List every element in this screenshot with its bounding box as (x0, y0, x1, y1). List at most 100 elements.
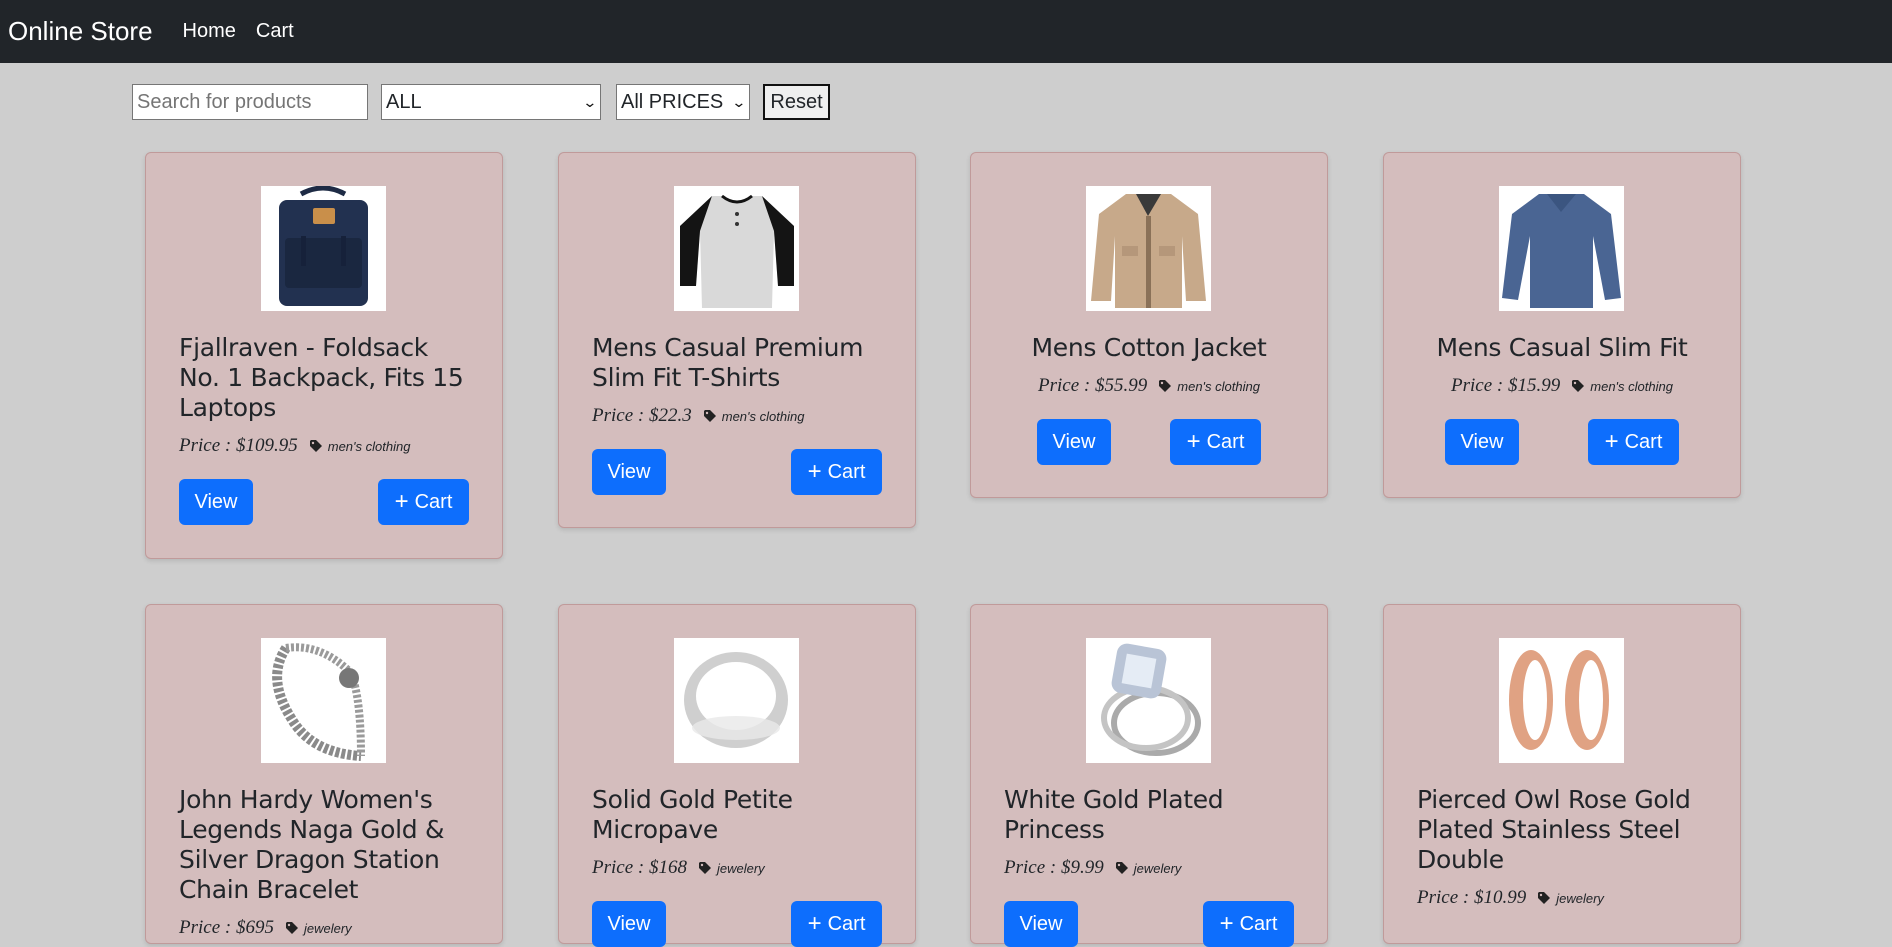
product-card: White Gold Plated Princess Price : $9.99… (970, 604, 1328, 947)
category-select-value: ALL (386, 90, 422, 113)
add-to-cart-label: Cart (1624, 430, 1663, 453)
product-meta: Price : $109.95 men's clothing (179, 435, 469, 457)
product-category: jewelery (1133, 860, 1182, 876)
tag-icon (698, 862, 711, 874)
chevron-down-icon: ⌄ (731, 93, 747, 110)
product-title: Fjallraven - Foldsack No. 1 Backpack, Fi… (179, 333, 464, 422)
product-image-jacket[interactable] (1086, 186, 1211, 311)
product-card: Mens Casual Premium Slim Fit T-Shirts Pr… (558, 152, 916, 528)
view-button[interactable]: View (1445, 419, 1519, 465)
product-price: Price : $22.3 (592, 405, 692, 426)
product-card-body: Fjallraven - Foldsack No. 1 Backpack, Fi… (179, 333, 469, 457)
product-meta: Price : $22.3 men's clothing (592, 405, 882, 427)
product-category: jewelery (716, 860, 765, 876)
plus-icon: + (807, 910, 822, 937)
product-meta: Price : $55.99 men's clothing (1004, 375, 1294, 397)
product-card: Mens Casual Slim Fit Price : $15.99 men'… (1383, 152, 1741, 498)
tag-icon (1538, 892, 1551, 904)
brand-logo[interactable]: Online Store (8, 16, 153, 47)
product-meta: Price : $15.99 men's clothing (1417, 375, 1707, 397)
view-button[interactable]: View (592, 449, 666, 495)
product-price: Price : $9.99 (1004, 857, 1104, 878)
add-to-cart-label: Cart (414, 490, 453, 513)
product-actions: View + Cart (1004, 901, 1294, 947)
product-price: Price : $109.95 (179, 435, 298, 456)
product-title: John Hardy Women's Legends Naga Gold & S… (179, 785, 445, 904)
view-button[interactable]: View (179, 479, 253, 525)
chevron-down-icon: ⌄ (582, 93, 598, 110)
tag-icon (1572, 380, 1585, 392)
product-price: Price : $55.99 (1038, 375, 1148, 396)
product-category: men's clothing (1177, 378, 1260, 394)
add-to-cart-button[interactable]: + Cart (791, 901, 882, 947)
add-to-cart-label: Cart (1206, 430, 1245, 453)
product-meta: Price : $9.99 jewelery (1004, 857, 1294, 879)
product-image-bracelet[interactable] (261, 638, 386, 763)
product-actions: View + Cart (179, 479, 469, 525)
product-category: men's clothing (327, 438, 411, 454)
filter-bar: ALL ⌄ All PRICES ⌄ Reset (132, 84, 830, 120)
product-price: Price : $168 (592, 857, 687, 878)
product-card-body: Mens Cotton Jacket Price : $55.99 men's … (1004, 333, 1294, 397)
view-button[interactable]: View (592, 901, 666, 947)
tag-icon (1115, 862, 1128, 874)
product-actions: View + Cart (592, 449, 882, 495)
product-meta: Price : $168 jewelery (592, 857, 882, 879)
view-button[interactable]: View (1037, 419, 1111, 465)
plus-icon: + (1219, 910, 1234, 937)
product-price: Price : $10.99 (1417, 887, 1527, 908)
product-category: jewelery (1556, 890, 1604, 906)
product-title: Solid Gold Petite Micropave (592, 785, 793, 844)
product-card-body: John Hardy Women's Legends Naga Gold & S… (179, 785, 469, 939)
nav-cart-link[interactable]: Cart (256, 20, 294, 43)
product-title: Mens Casual Premium Slim Fit T-Shirts (592, 333, 864, 392)
add-to-cart-button[interactable]: + Cart (378, 479, 469, 525)
product-card: Pierced Owl Rose Gold Plated Stainless S… (1383, 604, 1741, 944)
product-category: men's clothing (721, 408, 805, 424)
plus-icon: + (807, 458, 822, 485)
plus-icon: + (1186, 428, 1201, 455)
product-card: John Hardy Women's Legends Naga Gold & S… (145, 604, 503, 944)
product-actions: View + Cart (1037, 419, 1261, 465)
product-price: Price : $15.99 (1451, 375, 1561, 396)
product-card-body: White Gold Plated Princess Price : $9.99… (1004, 785, 1294, 879)
product-title: White Gold Plated Princess (1004, 785, 1224, 844)
product-meta: Price : $695 jewelery (179, 917, 469, 939)
product-image-ring[interactable] (674, 638, 799, 763)
product-category: men's clothing (1590, 378, 1673, 394)
product-image-backpack[interactable] (261, 186, 386, 311)
product-actions: View + Cart (1445, 419, 1679, 465)
tag-icon (285, 922, 298, 934)
add-to-cart-label: Cart (827, 912, 866, 935)
product-card: Fjallraven - Foldsack No. 1 Backpack, Fi… (145, 152, 503, 559)
product-title: Pierced Owl Rose Gold Plated Stainless S… (1417, 785, 1691, 874)
product-card-body: Mens Casual Slim Fit Price : $15.99 men'… (1417, 333, 1707, 397)
product-title: Mens Cotton Jacket (1031, 333, 1267, 362)
add-to-cart-label: Cart (1239, 912, 1278, 935)
product-card-body: Solid Gold Petite Micropave Price : $168… (592, 785, 882, 879)
product-card-body: Pierced Owl Rose Gold Plated Stainless S… (1417, 785, 1707, 909)
add-to-cart-button[interactable]: + Cart (1203, 901, 1294, 947)
product-card-body: Mens Casual Premium Slim Fit T-Shirts Pr… (592, 333, 882, 427)
product-title: Mens Casual Slim Fit (1436, 333, 1688, 362)
add-to-cart-button[interactable]: + Cart (1170, 419, 1261, 465)
plus-icon: + (394, 488, 409, 515)
product-image-longsleeve[interactable] (1499, 186, 1624, 311)
product-actions: View + Cart (592, 901, 882, 947)
product-image-earrings[interactable] (1499, 638, 1624, 763)
view-button[interactable]: View (1004, 901, 1078, 947)
tag-icon (309, 440, 322, 452)
reset-button[interactable]: Reset (763, 84, 830, 120)
add-to-cart-button[interactable]: + Cart (791, 449, 882, 495)
nav-home-link[interactable]: Home (183, 20, 236, 43)
product-image-princess-ring[interactable] (1086, 638, 1211, 763)
add-to-cart-button[interactable]: + Cart (1588, 419, 1679, 465)
category-select[interactable]: ALL ⌄ (381, 84, 601, 120)
price-select[interactable]: All PRICES ⌄ (616, 84, 750, 120)
product-category: jewelery (303, 920, 352, 936)
search-input[interactable] (132, 84, 368, 120)
navbar: Online Store Home Cart (0, 0, 1892, 63)
add-to-cart-label: Cart (827, 460, 866, 483)
product-image-tshirt[interactable] (674, 186, 799, 311)
product-card: Mens Cotton Jacket Price : $55.99 men's … (970, 152, 1328, 498)
